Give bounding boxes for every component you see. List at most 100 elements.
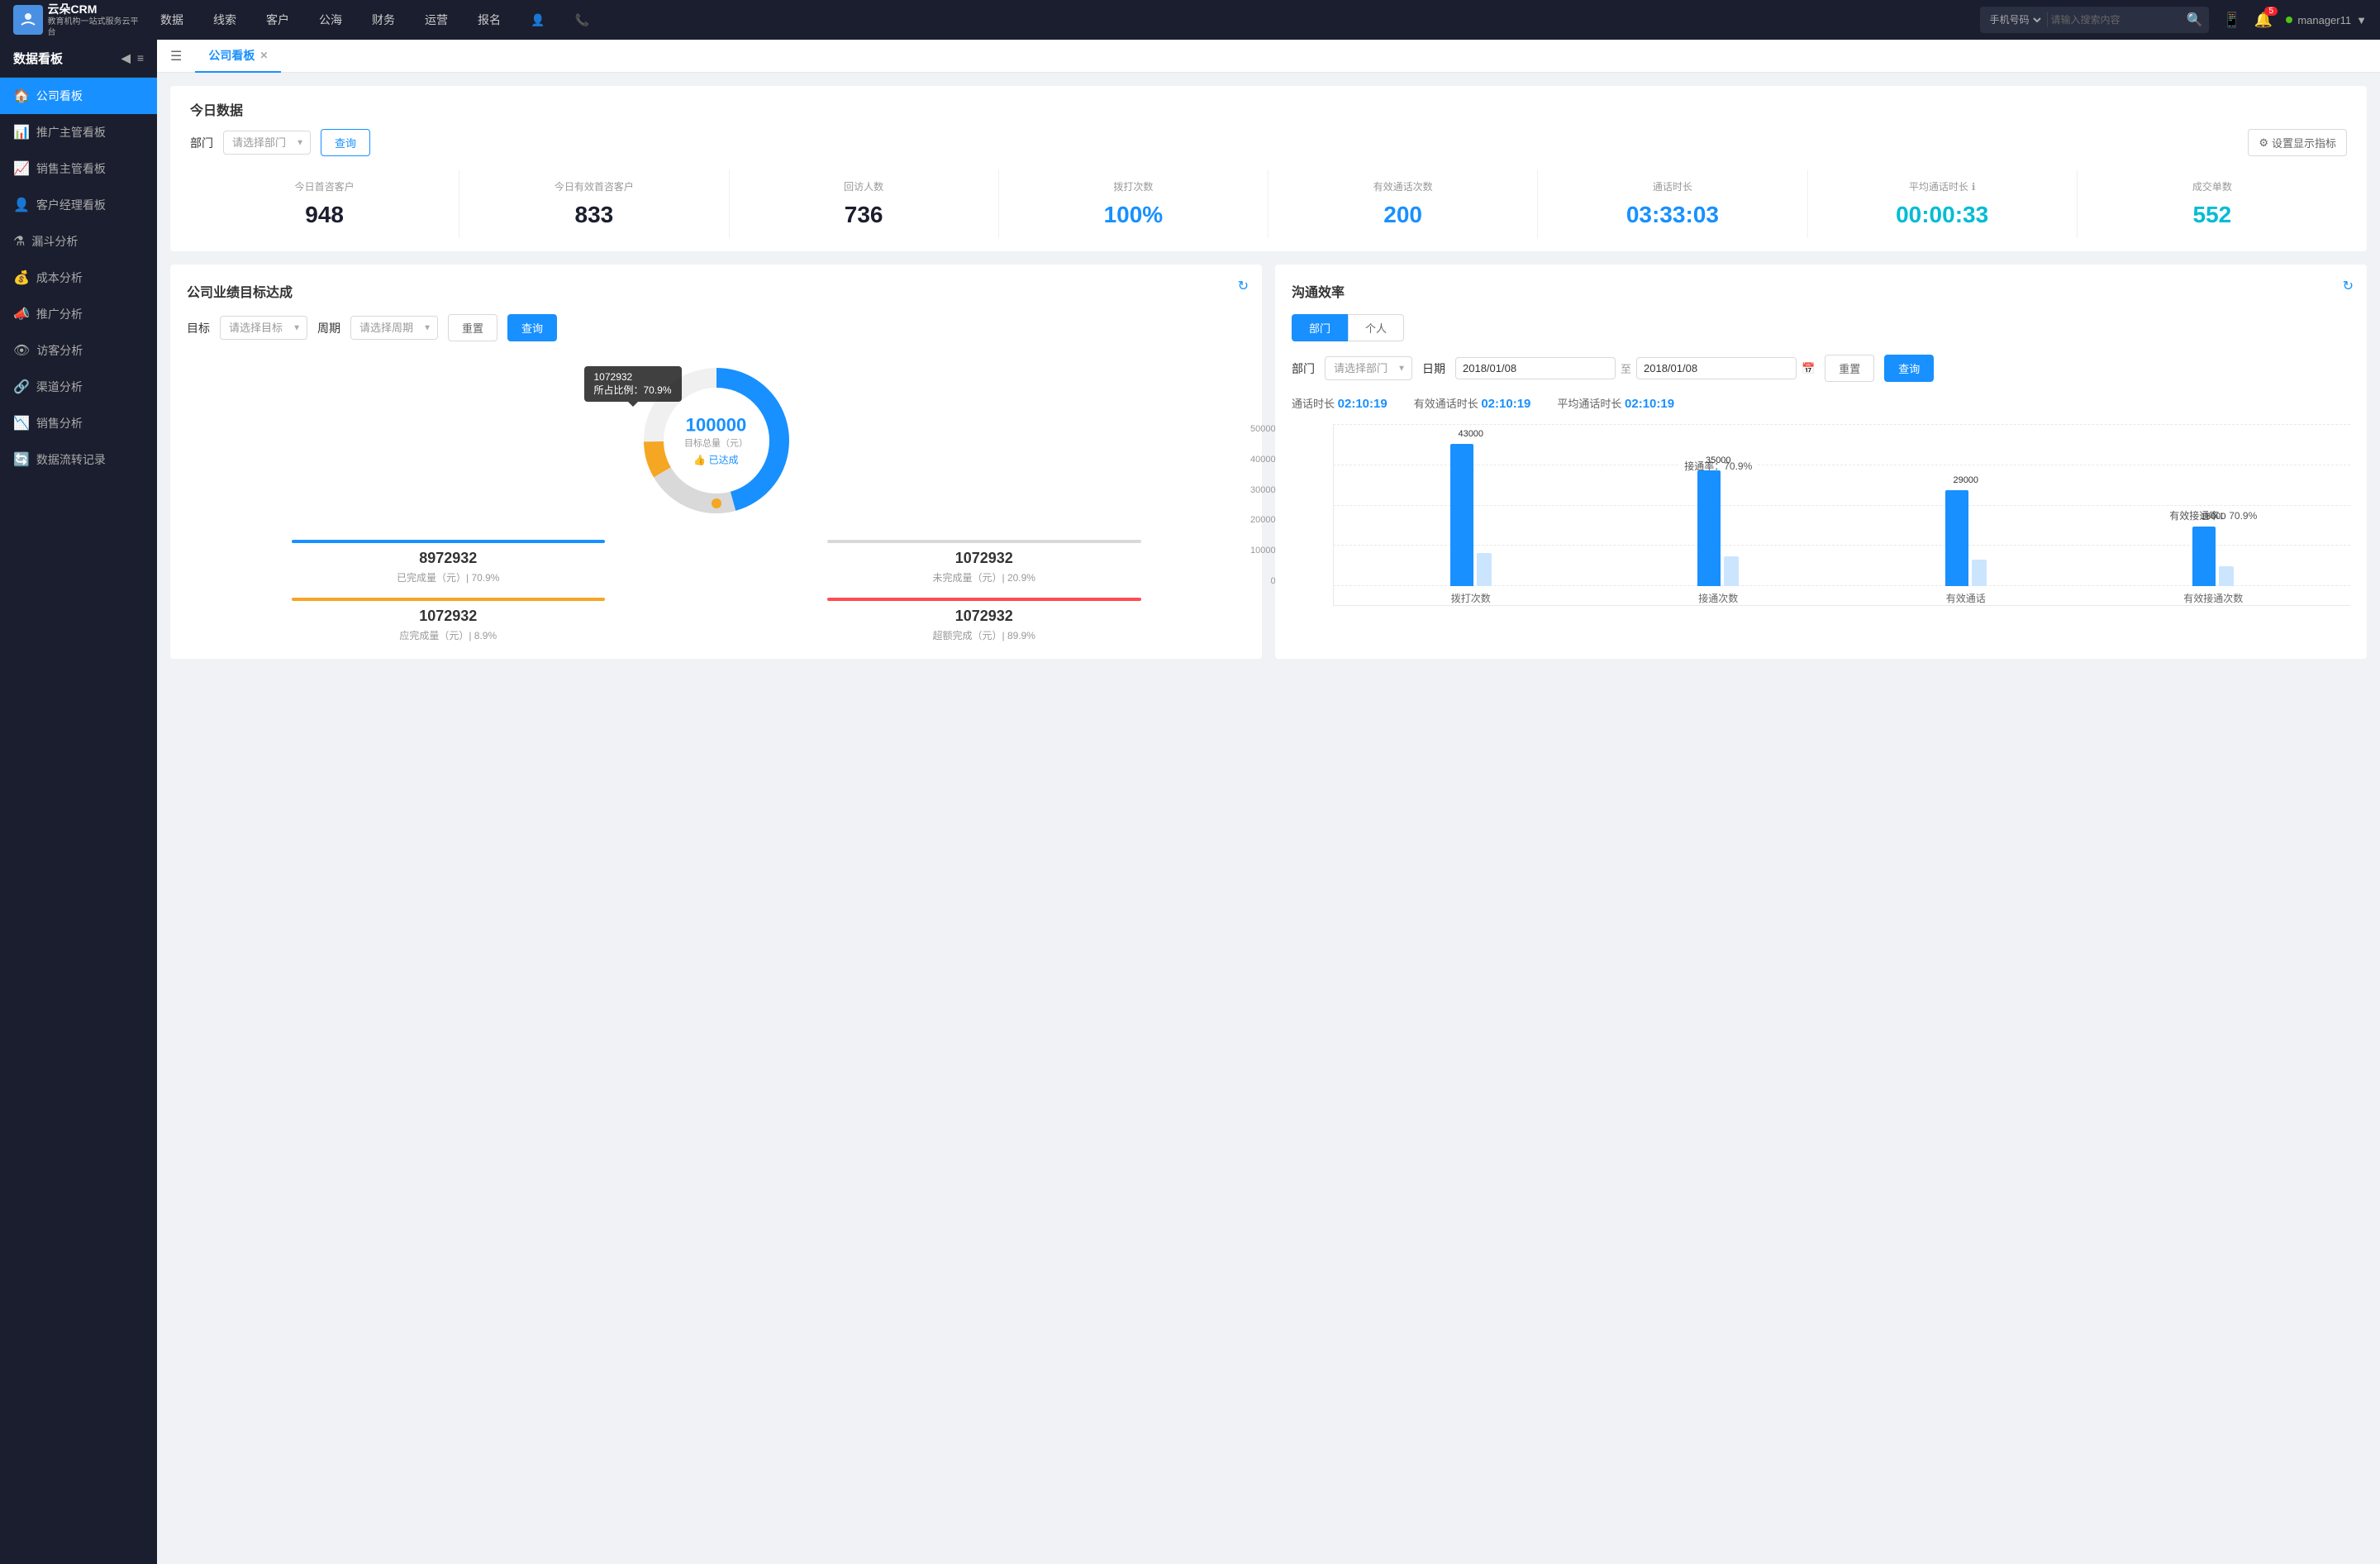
nav-item-data[interactable]: 数据 xyxy=(145,0,198,40)
sidebar-item-sales-mgr[interactable]: 📈 销售主管看板 xyxy=(0,150,157,187)
completed-value: 8972932 xyxy=(187,550,710,567)
nav-item-sea[interactable]: 公海 xyxy=(304,0,357,40)
logo-icon xyxy=(13,5,43,35)
eff-dept-label: 部门 xyxy=(1292,360,1315,377)
sidebar-item-promo-mgr[interactable]: 📊 推广主管看板 xyxy=(0,114,157,150)
user-dropdown-icon[interactable]: ▼ xyxy=(2356,14,2367,26)
incomplete-label: 未完成量（元）| 20.9% xyxy=(723,570,1246,584)
bar-chart-container: 50000 40000 30000 20000 10000 0 43000 xyxy=(1292,424,2350,606)
tab-bar: ☰ 公司看板 ✕ xyxy=(157,40,2380,73)
eff-date-label: 日期 xyxy=(1422,360,1445,377)
username: manager11 xyxy=(2297,14,2351,26)
search-input[interactable] xyxy=(2051,14,2183,26)
eff-effective-talk-label: 有效通话时长 xyxy=(1414,398,1478,410)
bar-effective-x-label: 有效通话 xyxy=(1946,591,1986,605)
eff-dept-select[interactable]: 请选择部门 xyxy=(1325,356,1412,380)
should-complete-value: 1072932 xyxy=(187,608,710,625)
nav-item-signup[interactable]: 报名 xyxy=(463,0,516,40)
sidebar-item-visitor-label: 访客分析 xyxy=(36,342,83,359)
nav-item-phone-icon[interactable]: 📞 xyxy=(559,0,603,40)
sidebar-item-customer-mgr[interactable]: 👤 客户经理看板 xyxy=(0,187,157,223)
y-label-0: 0 xyxy=(1250,576,1276,586)
search-type-select[interactable]: 手机号码 xyxy=(1987,13,2044,26)
sidebar-title: 数据看板 xyxy=(13,50,63,67)
eff-dept-select-wrap: 请选择部门 xyxy=(1325,356,1412,380)
stat-over-complete: 1072932 超额完成（元）| 89.9% xyxy=(723,598,1246,642)
eff-query-button[interactable]: 查询 xyxy=(1884,355,1934,382)
sidebar-collapse-icon[interactable]: ◀ xyxy=(121,51,131,65)
period-select[interactable]: 请选择周期 xyxy=(350,316,438,340)
goal-refresh-icon[interactable]: ↻ xyxy=(1238,278,1249,294)
eff-effective-talk-value: 02:10:19 xyxy=(1481,397,1530,411)
should-complete-label: 应完成量（元）| 8.9% xyxy=(187,628,710,642)
nav-item-profile-icon[interactable]: 👤 xyxy=(516,0,559,40)
date-from-input[interactable] xyxy=(1455,357,1616,379)
tab-toggle-icon[interactable]: ☰ xyxy=(170,48,182,64)
sidebar-item-company[interactable]: 🏠 公司看板 xyxy=(0,78,157,114)
nav-item-customers[interactable]: 客户 xyxy=(251,0,304,40)
bar-effective-secondary xyxy=(1972,560,1987,586)
cost-icon: 💰 xyxy=(13,269,30,286)
nav-item-finance[interactable]: 财务 xyxy=(357,0,410,40)
today-stats-grid: 今日首咨客户 948 今日有效首咨客户 833 回访人数 736 拨打次数 10… xyxy=(190,169,2347,238)
sales-icon: 📉 xyxy=(13,415,30,432)
sidebar-item-data-flow[interactable]: 🔄 数据流转记录 xyxy=(0,441,157,478)
goal-select[interactable]: 请选择目标 xyxy=(220,316,307,340)
bar-group-connect: 接通率：70.9% 35000 接通次数 xyxy=(1595,424,1843,605)
stat-deals: 成交单数 552 xyxy=(2078,169,2347,238)
nav-item-ops[interactable]: 运营 xyxy=(410,0,463,40)
stat-should-complete: 1072932 应完成量（元）| 8.9% xyxy=(187,598,710,642)
sidebar-item-visitor[interactable]: 👁 访客分析 xyxy=(0,332,157,369)
sidebar-item-cost[interactable]: 💰 成本分析 xyxy=(0,260,157,296)
goal-panel-title: 公司业绩目标达成 xyxy=(187,281,1245,301)
nav-items: 数据 线索 客户 公海 财务 运营 报名 👤 📞 xyxy=(145,0,1980,40)
date-to-input[interactable] xyxy=(1636,357,1797,379)
sidebar-item-funnel[interactable]: ⚗ 漏斗分析 xyxy=(0,223,157,260)
bar-dial-main-label: 43000 xyxy=(1450,429,1492,439)
tab-btn-personal[interactable]: 个人 xyxy=(1348,314,1404,341)
bar-chart: 43000 拨打次数 接通率：70.9% 35000 xyxy=(1333,424,2350,606)
bar-dial-x-label: 拨打次数 xyxy=(1451,591,1491,605)
today-query-button[interactable]: 查询 xyxy=(321,129,370,156)
goal-reset-button[interactable]: 重置 xyxy=(448,314,497,341)
date-separator: 至 xyxy=(1621,360,1631,376)
date-range: 至 📅 xyxy=(1455,357,1815,379)
stat-avg-talk: 平均通话时长 ℹ 00:00:33 xyxy=(1808,169,2078,238)
company-icon: 🏠 xyxy=(13,88,30,104)
eff-reset-button[interactable]: 重置 xyxy=(1825,355,1874,382)
goal-panel: 公司业绩目标达成 ↻ 目标 请选择目标 周期 请选择周期 xyxy=(170,265,1262,659)
sidebar-item-promo-mgr-label: 推广主管看板 xyxy=(36,124,106,141)
mobile-icon[interactable]: 📱 xyxy=(2222,12,2240,29)
settings-display-button[interactable]: ⚙ 设置显示指标 xyxy=(2248,129,2347,156)
donut-chart: 1072932 所占比例：70.9% xyxy=(634,358,799,523)
y-label-10000: 10000 xyxy=(1250,546,1276,556)
bar-effective-main-label: 29000 xyxy=(1945,475,1987,485)
dept-select[interactable]: 请选择部门 xyxy=(223,131,311,155)
sidebar-item-sales-mgr-label: 销售主管看板 xyxy=(36,160,106,177)
user-info[interactable]: manager11 ▼ xyxy=(2286,14,2367,26)
stat-dial-count-value: 100% xyxy=(1006,202,1261,228)
donut-center-label: 目标总量（元） xyxy=(684,436,748,450)
bottom-panels: 公司业绩目标达成 ↻ 目标 请选择目标 周期 请选择周期 xyxy=(170,265,2367,659)
promo-icon: 📣 xyxy=(13,306,30,322)
sidebar-item-sales[interactable]: 📉 销售分析 xyxy=(0,405,157,441)
nav-item-leads[interactable]: 线索 xyxy=(198,0,251,40)
bar-connect-x-label: 接通次数 xyxy=(1698,591,1738,605)
sidebar-expand-icon[interactable]: ≡ xyxy=(137,51,144,65)
sidebar-item-promo[interactable]: 📣 推广分析 xyxy=(0,296,157,332)
tab-close-icon[interactable]: ✕ xyxy=(259,50,268,61)
search-icon[interactable]: 🔍 xyxy=(2187,12,2203,28)
today-filter-bar: 部门 请选择部门 查询 ⚙ 设置显示指标 xyxy=(190,129,2347,156)
efficiency-refresh-icon[interactable]: ↻ xyxy=(2343,278,2354,294)
eff-talk-time: 通话时长 02:10:19 xyxy=(1292,395,1388,411)
notification-icon[interactable]: 🔔 5 xyxy=(2254,12,2273,29)
funnel-icon: ⚗ xyxy=(13,233,25,250)
eff-avg-talk-value: 02:10:19 xyxy=(1625,397,1674,411)
tab-btn-dept[interactable]: 部门 xyxy=(1292,314,1348,341)
sidebar-item-channel[interactable]: 🔗 渠道分析 xyxy=(0,369,157,405)
tab-company-board[interactable]: 公司看板 ✕ xyxy=(195,40,281,73)
calendar-icon[interactable]: 📅 xyxy=(1802,362,1815,375)
eff-talk-time-label: 通话时长 xyxy=(1292,398,1335,410)
stat-dial-count: 拨打次数 100% xyxy=(999,169,1269,238)
goal-query-button[interactable]: 查询 xyxy=(507,314,557,341)
